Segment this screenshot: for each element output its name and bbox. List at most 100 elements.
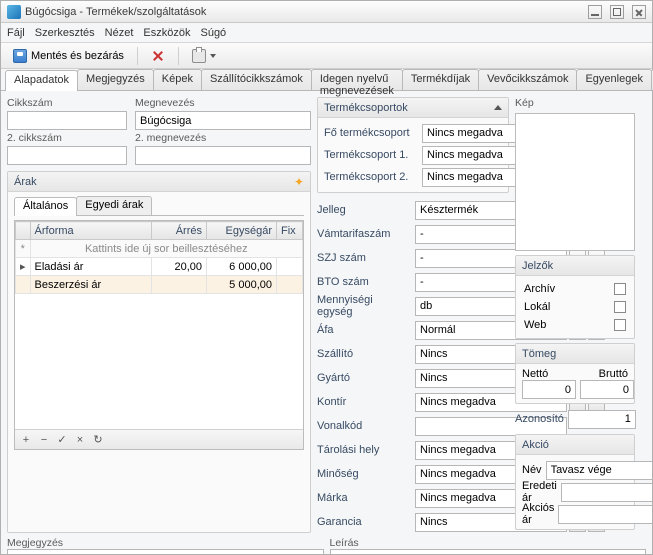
prices-group-title: Árak xyxy=(14,176,37,188)
brutto-label: Bruttó xyxy=(599,368,628,380)
vam-label: Vámtarifaszám xyxy=(317,228,411,240)
group1-label: Termékcsoport 1. xyxy=(324,149,418,161)
id-input[interactable] xyxy=(568,410,636,429)
netto-label: Nettó xyxy=(522,368,548,380)
me-label: Mennyiségi egység xyxy=(317,294,411,318)
grid-refresh-button[interactable]: ↻ xyxy=(91,433,105,447)
delete-button[interactable] xyxy=(145,46,171,66)
flags-title: Jelzők xyxy=(522,260,553,272)
menu-tools[interactable]: Eszközök xyxy=(143,27,190,39)
sku2-input[interactable] xyxy=(7,146,127,165)
collapse-icon[interactable] xyxy=(494,105,502,110)
description-label: Leírás xyxy=(330,537,647,549)
disc-price-input[interactable] xyxy=(558,505,652,524)
menu-edit[interactable]: Szerkesztés xyxy=(35,27,95,39)
tab-egyenlegek[interactable]: Egyenlegek xyxy=(576,69,652,90)
tab-alapadatok[interactable]: Alapadatok xyxy=(5,70,78,91)
name-input[interactable] xyxy=(135,111,311,130)
window-close-button[interactable] xyxy=(632,5,646,19)
jelleg-label: Jelleg xyxy=(317,204,411,216)
id-label: Azonosító xyxy=(515,413,564,425)
save-icon xyxy=(13,49,27,63)
vonalkod-label: Vonalkód xyxy=(317,420,411,432)
menu-help[interactable]: Súgó xyxy=(200,27,226,39)
tab-megjegyzes[interactable]: Megjegyzés xyxy=(77,69,154,90)
product-groups-title: Termékcsoportok xyxy=(324,102,408,114)
toolbar: Mentés és bezárás xyxy=(1,43,652,69)
marka-label: Márka xyxy=(317,492,411,504)
grid-commit-button[interactable]: ✓ xyxy=(55,433,69,447)
refresh-icon[interactable]: ✦ xyxy=(294,175,304,189)
flag-local-checkbox[interactable] xyxy=(614,301,626,313)
save-and-close-button[interactable]: Mentés és bezárás xyxy=(7,46,130,66)
brutto-input[interactable] xyxy=(580,380,634,399)
description-textarea[interactable] xyxy=(330,549,647,554)
main-group-label: Fő termékcsoport xyxy=(324,127,418,139)
flag-web-label: Web xyxy=(524,319,546,331)
table-row[interactable]: Beszerzési ár 5 000,00 xyxy=(16,276,303,294)
subtab-egyedi-arak[interactable]: Egyedi árak xyxy=(76,196,152,215)
tab-kepek[interactable]: Képek xyxy=(153,69,202,90)
col-arforma[interactable]: Árforma xyxy=(30,222,151,240)
tab-vevocikkszamok[interactable]: Vevőcikkszámok xyxy=(478,69,577,90)
product-image-box[interactable] xyxy=(515,113,635,251)
sku2-label: 2. cikkszám xyxy=(7,132,127,144)
szallito-label: Szállító xyxy=(317,348,411,360)
grid-navigator: + − ✓ × ↻ xyxy=(15,429,303,449)
netto-input[interactable] xyxy=(522,380,576,399)
window-maximize-button[interactable] xyxy=(610,5,624,19)
name2-input[interactable] xyxy=(135,146,311,165)
menu-view[interactable]: Nézet xyxy=(105,27,134,39)
app-icon xyxy=(7,5,21,19)
col-egysegar[interactable]: Egységár xyxy=(207,222,277,240)
print-button[interactable] xyxy=(186,46,222,66)
grid-remove-button[interactable]: − xyxy=(37,433,51,447)
gyarto-label: Gyártó xyxy=(317,372,411,384)
note-textarea[interactable] xyxy=(7,549,324,554)
tab-idegen-nyelvu[interactable]: Idegen nyelvű megnevezések xyxy=(311,69,403,90)
orig-price-label: Eredeti ár xyxy=(522,480,557,504)
window-minimize-button[interactable] xyxy=(588,5,602,19)
table-row[interactable]: ▸ Eladási ár 20,00 6 000,00 xyxy=(16,258,303,276)
szj-label: SZJ szám xyxy=(317,252,411,264)
window-title: Búgócsiga - Termékek/szolgáltatások xyxy=(25,6,588,18)
group2-label: Termékcsoport 2. xyxy=(324,171,418,183)
delete-icon xyxy=(151,49,165,63)
prices-grid[interactable]: Árforma Árrés Egységár Fix *Kattints ide… xyxy=(15,221,303,294)
tab-termekdijak[interactable]: Termékdíjak xyxy=(402,69,479,90)
flag-local-label: Lokál xyxy=(524,301,550,313)
action-name-combo[interactable] xyxy=(546,461,652,480)
subtab-altalanos[interactable]: Általános xyxy=(14,197,77,216)
flag-archive-label: Archív xyxy=(524,283,555,295)
sku-input[interactable] xyxy=(7,111,127,130)
action-title: Akció xyxy=(522,439,549,451)
orig-price-input[interactable] xyxy=(561,483,652,502)
action-name-label: Név xyxy=(522,464,542,476)
grid-add-button[interactable]: + xyxy=(19,433,33,447)
tab-szallitocikkszamok[interactable]: Szállítócikkszámok xyxy=(201,69,312,90)
menu-file[interactable]: Fájl xyxy=(7,27,25,39)
col-fix[interactable]: Fix xyxy=(277,222,303,240)
grid-hint[interactable]: Kattints ide új sor beillesztéséhez xyxy=(30,240,302,258)
flag-archive-checkbox[interactable] xyxy=(614,283,626,295)
menu-bar: Fájl Szerkesztés Nézet Eszközök Súgó xyxy=(1,23,652,43)
chevron-down-icon xyxy=(210,54,216,58)
name-label: Megnevezés xyxy=(135,97,311,109)
grid-cancel-button[interactable]: × xyxy=(73,433,87,447)
flag-web-checkbox[interactable] xyxy=(614,319,626,331)
minoseg-label: Minőség xyxy=(317,468,411,480)
save-close-label: Mentés és bezárás xyxy=(31,50,124,62)
kontir-label: Kontír xyxy=(317,396,411,408)
afa-label: Áfa xyxy=(317,324,411,336)
bto-label: BTO szám xyxy=(317,276,411,288)
image-label: Kép xyxy=(515,97,635,109)
print-icon xyxy=(192,49,206,63)
garancia-label: Garancia xyxy=(317,516,411,528)
name2-label: 2. megnevezés xyxy=(135,132,311,144)
weight-title: Tömeg xyxy=(522,348,556,360)
sku-label: Cikkszám xyxy=(7,97,127,109)
main-tab-bar: Alapadatok Megjegyzés Képek Szállítócikk… xyxy=(1,69,652,91)
col-arres[interactable]: Árrés xyxy=(152,222,207,240)
tarolasi-label: Tárolási hely xyxy=(317,444,411,456)
note-label: Megjegyzés xyxy=(7,537,324,549)
